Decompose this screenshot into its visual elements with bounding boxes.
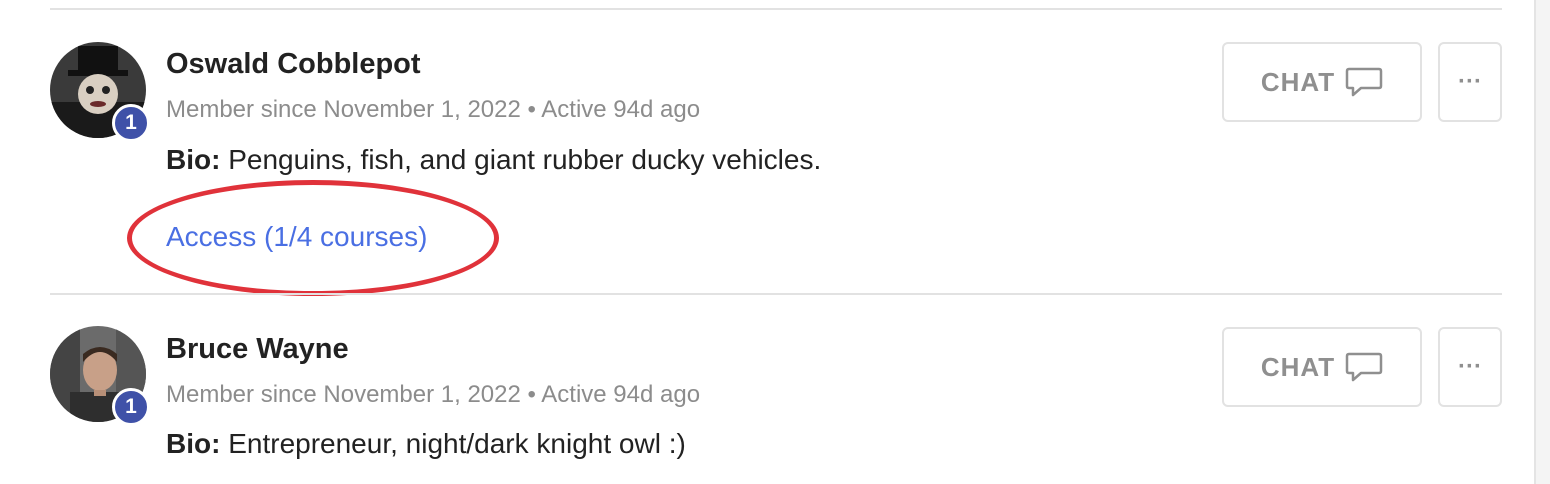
notification-badge: 1 [112, 388, 150, 426]
chat-bubble-icon [1345, 67, 1383, 97]
more-options-button[interactable]: ··· [1438, 42, 1502, 122]
member-bio: Bio: Penguins, fish, and giant rubber du… [166, 144, 821, 176]
member-name[interactable]: Bruce Wayne [166, 333, 349, 366]
meta-separator: • [527, 96, 536, 123]
members-panel: 1 Oswald Cobblepot Member since November… [0, 0, 1536, 484]
more-icon: ··· [1458, 353, 1482, 380]
member-since: Member since November 1, 2022 [166, 381, 521, 408]
member-bio: Bio: Entrepreneur, night/dark knight owl… [166, 428, 686, 460]
chat-bubble-icon [1345, 352, 1383, 382]
divider [50, 293, 1502, 295]
bio-text: Entrepreneur, night/dark knight owl :) [228, 428, 686, 459]
more-options-button[interactable]: ··· [1438, 327, 1502, 407]
divider [50, 8, 1502, 10]
member-meta: Member since November 1, 2022 • Active 9… [166, 381, 700, 409]
member-name[interactable]: Oswald Cobblepot [166, 48, 421, 81]
chat-button-label: CHAT [1260, 351, 1336, 382]
active-status: Active 94d ago [541, 96, 701, 123]
active-status: Active 94d ago [541, 381, 701, 408]
member-since: Member since November 1, 2022 [166, 96, 521, 123]
bio-label: Bio: [166, 144, 221, 175]
bio-label: Bio: [166, 428, 221, 459]
bio-text: Penguins, fish, and giant rubber ducky v… [228, 144, 822, 175]
chat-button-label: CHAT [1260, 66, 1336, 97]
notification-badge: 1 [112, 104, 150, 142]
meta-separator: • [527, 381, 536, 408]
avatar[interactable]: 1 [50, 42, 150, 142]
access-courses-link[interactable]: Access (1/4 courses) [166, 221, 427, 253]
chat-button[interactable]: CHAT [1222, 42, 1422, 122]
avatar[interactable]: 1 [50, 326, 150, 426]
member-meta: Member since November 1, 2022 • Active 9… [166, 96, 700, 124]
chat-button[interactable]: CHAT [1222, 327, 1422, 407]
more-icon: ··· [1458, 68, 1482, 95]
